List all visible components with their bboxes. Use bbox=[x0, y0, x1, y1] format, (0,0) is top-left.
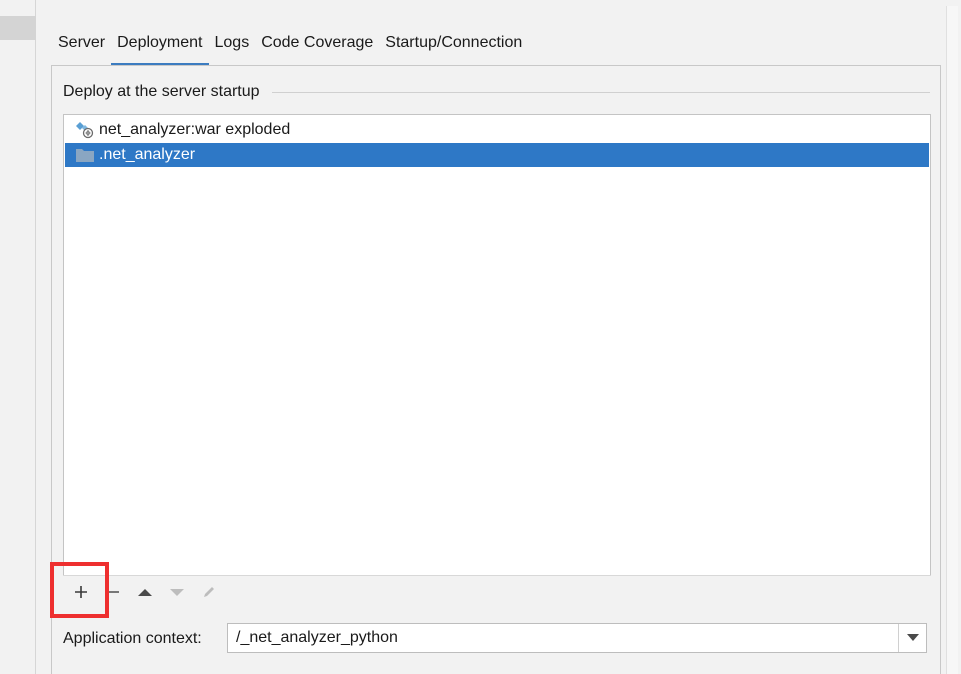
deployment-list[interactable]: net_analyzer:war exploded .net_analyzer bbox=[63, 114, 931, 607]
left-nav-strip bbox=[0, 0, 36, 674]
folder-icon bbox=[75, 146, 95, 164]
plus-icon bbox=[75, 585, 87, 598]
application-context-combo[interactable] bbox=[227, 623, 927, 653]
scrollbar[interactable] bbox=[946, 6, 958, 674]
group-separator bbox=[272, 92, 930, 93]
chevron-down-icon bbox=[906, 634, 919, 641]
list-item-label: .net_analyzer bbox=[99, 146, 196, 163]
tab-startup-connection[interactable]: Startup/Connection bbox=[379, 30, 528, 66]
tab-code-coverage[interactable]: Code Coverage bbox=[255, 30, 379, 66]
edit-button[interactable] bbox=[197, 580, 221, 604]
pencil-icon bbox=[204, 586, 214, 597]
tab-deployment[interactable]: Deployment bbox=[111, 30, 209, 66]
deploy-group-title: Deploy at the server startup bbox=[63, 83, 266, 101]
list-item-label: net_analyzer:war exploded bbox=[99, 121, 291, 138]
list-item-net-analyzer[interactable]: .net_analyzer bbox=[65, 143, 929, 167]
list-item-war-exploded[interactable]: net_analyzer:war exploded bbox=[65, 118, 929, 142]
application-context-label: Application context: bbox=[63, 630, 202, 647]
application-context-row: Application context: bbox=[63, 624, 202, 654]
list-toolbar bbox=[63, 575, 931, 607]
arrow-down-icon bbox=[170, 588, 184, 596]
move-down-button[interactable] bbox=[165, 580, 189, 604]
tab-logs[interactable]: Logs bbox=[209, 30, 256, 66]
left-nav-selected-item[interactable] bbox=[0, 16, 36, 40]
tab-bar: Server Deployment Logs Code Coverage Sta… bbox=[52, 30, 528, 66]
tab-server[interactable]: Server bbox=[52, 30, 111, 66]
war-exploded-icon bbox=[75, 121, 95, 139]
deployment-panel: Deploy at the server startup net_analyze… bbox=[51, 65, 941, 674]
add-button[interactable] bbox=[69, 580, 93, 604]
minus-icon bbox=[108, 590, 119, 593]
move-up-button[interactable] bbox=[133, 580, 157, 604]
remove-button[interactable] bbox=[101, 580, 125, 604]
application-context-input[interactable] bbox=[228, 624, 898, 652]
arrow-up-icon bbox=[138, 588, 152, 596]
dropdown-button[interactable] bbox=[898, 624, 926, 652]
